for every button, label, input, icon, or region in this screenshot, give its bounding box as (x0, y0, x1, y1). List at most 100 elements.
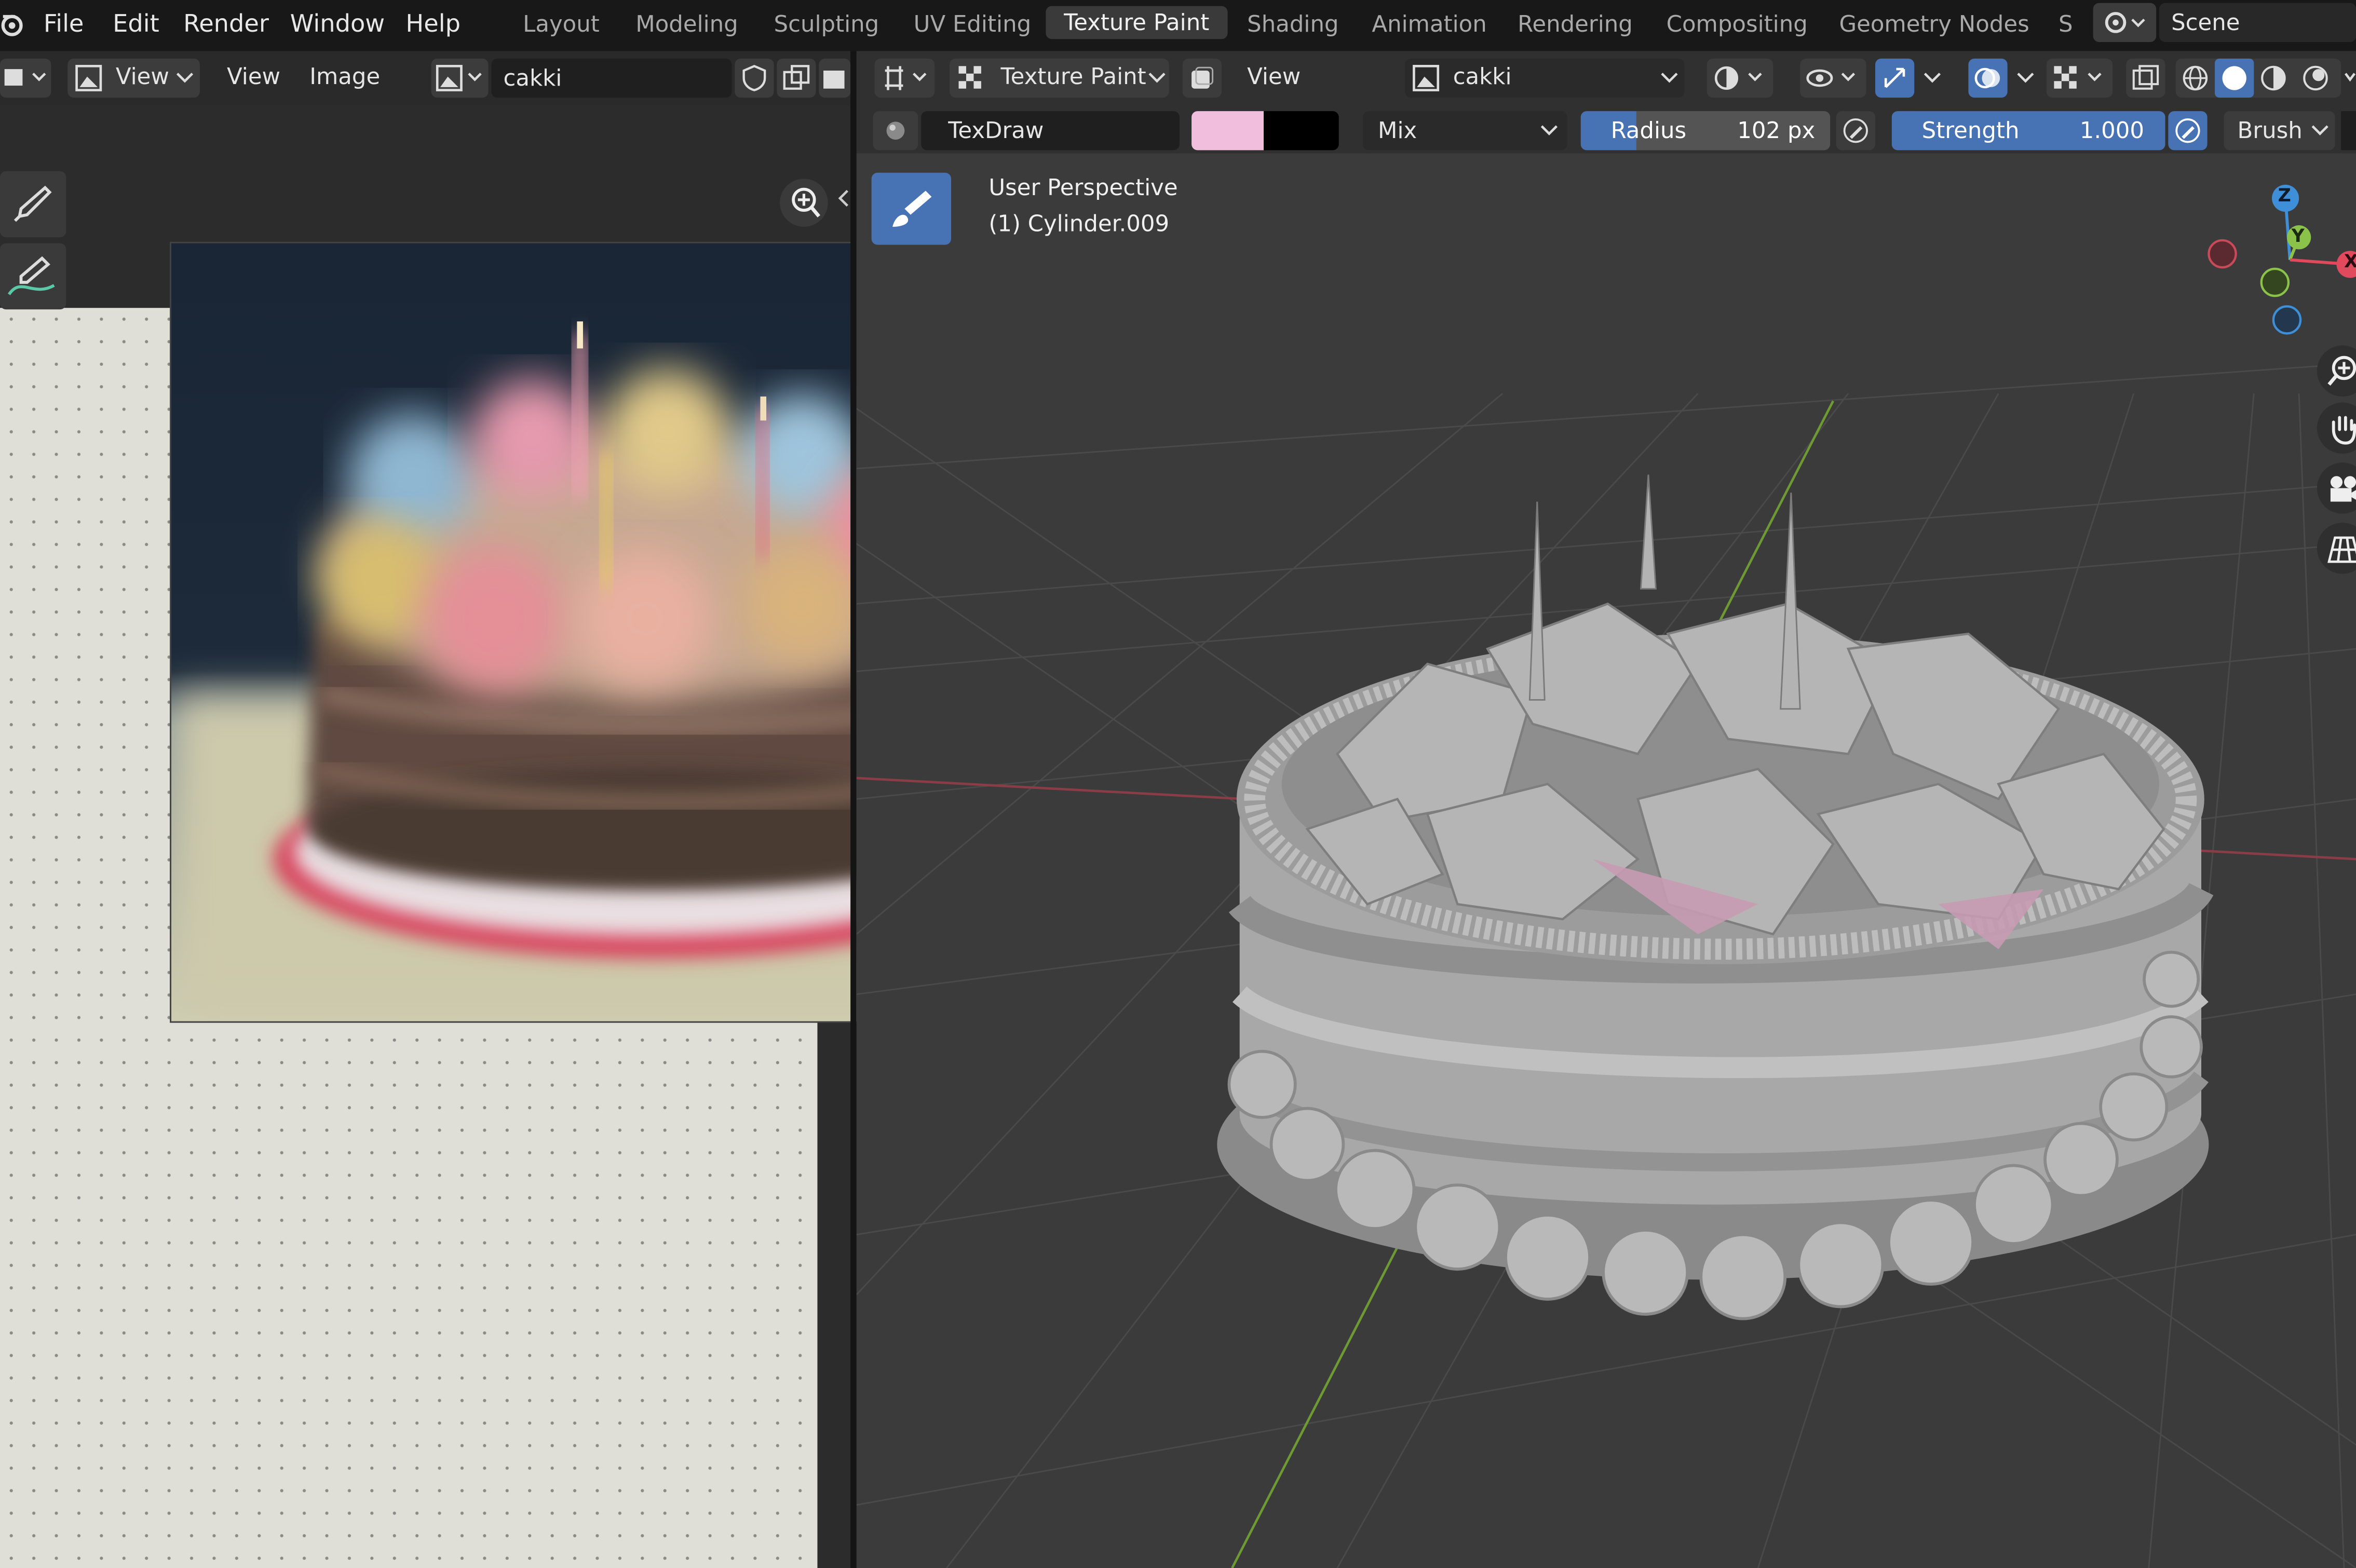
annotate-tool-button[interactable] (0, 243, 66, 310)
open-image-button[interactable] (819, 58, 851, 98)
duplicate-icon (783, 65, 810, 90)
scene-selector-button[interactable] (2093, 3, 2157, 43)
radius-pressure-button[interactable] (1836, 111, 1875, 151)
cake-3d-model (1217, 474, 2214, 1320)
visibility-dropdown[interactable] (1800, 58, 1866, 98)
tab-uv-editing[interactable]: UV Editing (914, 10, 1032, 37)
image-icon (75, 65, 102, 91)
tab-shading[interactable]: Shading (1247, 10, 1338, 37)
chevron-down-icon (176, 73, 194, 83)
secondary-color-swatch[interactable] (1264, 111, 1339, 151)
grid-perspective-icon (2327, 536, 2356, 563)
blender-logo-icon[interactable] (0, 7, 27, 40)
paint-canvas-icon (1191, 66, 1214, 89)
xray-toggle-button[interactable] (2126, 58, 2165, 98)
brush-menu-dropdown[interactable]: Brush (2224, 111, 2335, 151)
image-editor-mode-dropdown[interactable]: View (67, 58, 200, 98)
draw-brush-icon (892, 190, 932, 227)
annotate-pen-icon (7, 256, 55, 295)
radius-slider[interactable]: Radius 102 px (1580, 111, 1831, 151)
chevron-down-icon[interactable] (2344, 72, 2356, 84)
hand-icon (2332, 416, 2356, 445)
primary-color-swatch[interactable] (1191, 111, 1264, 151)
active-tool-button[interactable] (871, 172, 952, 245)
tab-sculpting[interactable]: Sculpting (774, 10, 879, 37)
image-editor-view-label: View (115, 63, 169, 90)
tab-layout[interactable]: Layout (523, 10, 600, 37)
strength-pressure-button[interactable] (2168, 111, 2208, 151)
material-shading-icon[interactable] (2260, 64, 2287, 91)
chevron-down-icon (2311, 125, 2328, 135)
eye-icon (1806, 69, 1856, 87)
tab-scripting-truncated[interactable]: S (2059, 10, 2073, 37)
area-divider[interactable] (850, 51, 857, 1568)
menu-window[interactable]: Window (290, 9, 385, 37)
tab-compositing[interactable]: Compositing (1667, 10, 1808, 37)
zoom-button[interactable] (780, 179, 828, 227)
menu-view[interactable]: View (227, 63, 280, 90)
chevron-down-icon (1148, 73, 1166, 83)
gizmo-z-label: Z (2278, 184, 2291, 206)
gizmo-y-label: Y (2291, 225, 2305, 247)
tab-texture-paint[interactable]: Texture Paint (1046, 6, 1227, 39)
scene-name-field[interactable]: Scene (2159, 3, 2356, 43)
texture-slot-label: cakki (1453, 63, 1512, 90)
mask-dropdown[interactable] (2046, 58, 2113, 98)
blend-mode-dropdown[interactable]: Mix (1363, 111, 1567, 151)
viewport-editor-type-button[interactable] (874, 58, 935, 98)
brush-name-field[interactable]: TexDraw (921, 111, 1180, 151)
image-name-field[interactable]: cakki (491, 58, 732, 98)
tab-geometry-nodes[interactable]: Geometry Nodes (1839, 10, 2029, 37)
viewport-header: Texture Paint View cakki TexDraw Mix Rad… (856, 51, 2356, 154)
texture-paint-mode-icon (958, 66, 981, 89)
rendered-shading-icon[interactable] (2302, 64, 2329, 91)
solid-shading-button[interactable] (2215, 58, 2254, 98)
fake-user-button[interactable] (735, 58, 774, 98)
viewport-menu-view[interactable]: View (1247, 63, 1301, 90)
checker-icon (2054, 66, 2102, 89)
chevron-down-icon[interactable] (2016, 72, 2035, 84)
gizmo-toggle-button[interactable] (1875, 58, 1915, 98)
camera-icon (2330, 476, 2356, 502)
wireframe-shading-icon[interactable] (2182, 64, 2209, 91)
eyedropper-tool-button[interactable] (0, 171, 66, 238)
menu-file[interactable]: File (44, 9, 84, 37)
overlays-icon (1974, 67, 2000, 89)
3d-viewport[interactable]: User Perspective (1) Cylinder.009 Z Y X (856, 153, 2356, 1568)
radius-label: Radius (1610, 117, 1687, 144)
menu-edit[interactable]: Edit (113, 9, 159, 37)
canvas-toggle-button[interactable] (1182, 58, 1222, 98)
editor-type-button[interactable] (0, 58, 51, 98)
texture-slot-dropdown[interactable]: cakki (1405, 58, 1685, 98)
tab-rendering[interactable]: Rendering (1518, 10, 1633, 37)
viewport-object-label: (1) Cylinder.009 (989, 210, 1170, 238)
brush-preview-button[interactable] (873, 111, 918, 151)
3d-viewport-icon (885, 66, 927, 90)
viewport-perspective-label: User Perspective (989, 174, 1178, 201)
chevron-down-icon[interactable] (1924, 72, 1942, 84)
viewport-scene (856, 362, 2356, 1568)
pen-pressure-icon (1843, 118, 1868, 143)
menu-render[interactable]: Render (183, 9, 269, 37)
image-browse-button[interactable] (431, 58, 489, 98)
overlays-toggle-button[interactable] (1968, 58, 2008, 98)
zoom-icon (2327, 356, 2356, 386)
image-icon (1413, 65, 1440, 91)
header-overflow (2341, 111, 2356, 151)
strength-slider[interactable]: Strength 1.000 (1891, 111, 2165, 151)
tab-modeling[interactable]: Modeling (635, 10, 738, 37)
menu-image[interactable]: Image (309, 63, 380, 90)
new-image-button[interactable] (777, 58, 816, 98)
zoom-icon (792, 187, 821, 217)
sidebar-toggle-chevron-icon[interactable] (835, 188, 850, 209)
image-browse-icon (436, 65, 482, 91)
gizmo-x-label: X (2344, 251, 2356, 272)
xray-icon (2132, 65, 2159, 90)
mode-dropdown[interactable]: Texture Paint (950, 58, 1169, 98)
falloff-icon (1714, 66, 1762, 90)
tab-animation[interactable]: Animation (1372, 10, 1486, 37)
top-menu-bar: File Edit Render Window Help Layout Mode… (0, 0, 2356, 51)
navigation-gizmo[interactable]: Z Y X (2201, 177, 2356, 342)
menu-help[interactable]: Help (405, 9, 461, 37)
symmetry-dropdown[interactable] (1707, 58, 1773, 98)
